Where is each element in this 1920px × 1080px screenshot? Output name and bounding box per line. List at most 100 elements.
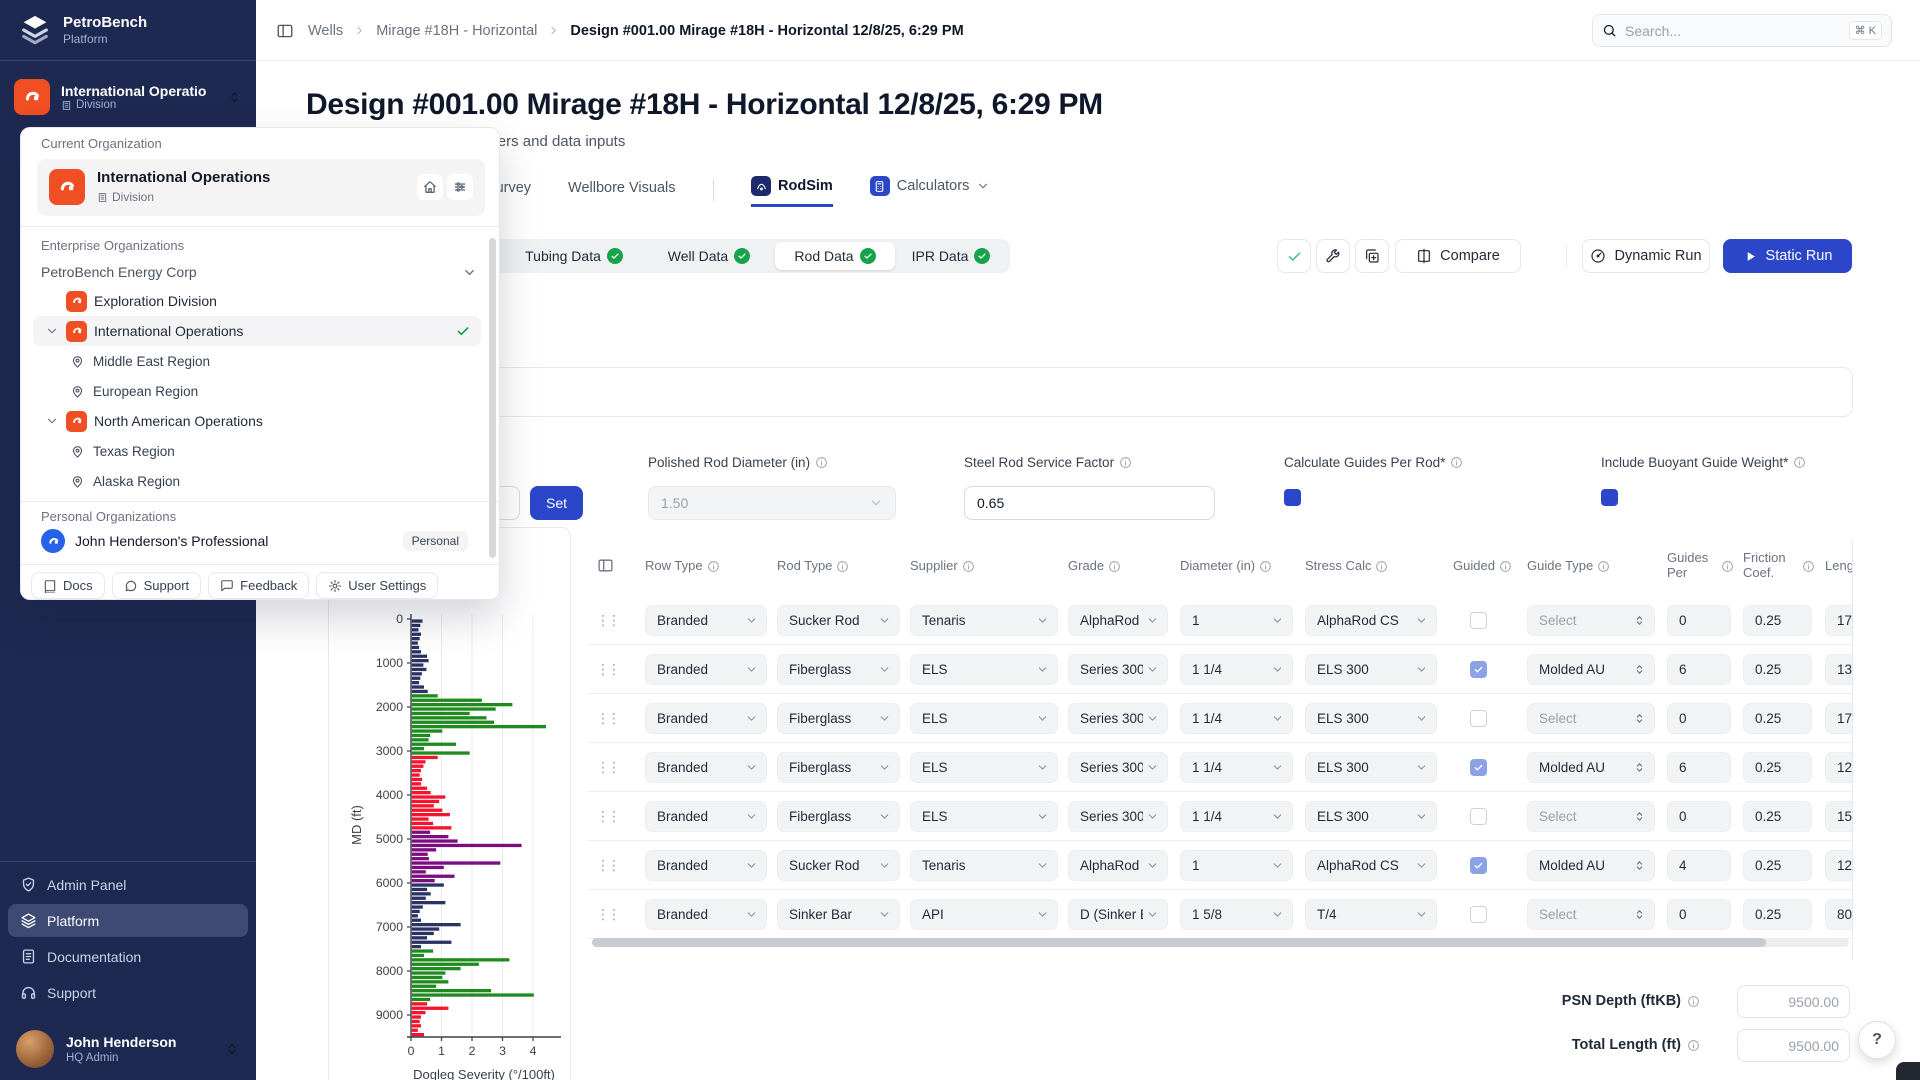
stress-calc-select[interactable]: T/4 [1305,899,1437,930]
guides-per-input[interactable]: 0 [1667,801,1731,832]
org-tree-item-international-operations[interactable]: International Operations [33,316,481,346]
length-input[interactable]: 1500 [1825,801,1853,832]
search-input[interactable]: Search... ⌘ K [1592,14,1892,47]
length-input[interactable]: 1700 [1825,605,1853,636]
length-input[interactable]: 1200 [1825,850,1853,881]
current-org-card[interactable]: International Operations Division [37,159,485,216]
diameter-select[interactable]: 1 1/4 [1180,703,1293,734]
guides-per-input[interactable]: 6 [1667,752,1731,783]
guides-per-input[interactable]: 0 [1667,605,1731,636]
diameter-select[interactable]: 1 [1180,850,1293,881]
tab-wellbore-visuals[interactable]: Wellbore Visuals [568,180,675,207]
stress-calc-select[interactable]: AlphaRod CS [1305,605,1437,636]
dropdown-scrollbar[interactable] [489,238,496,558]
static-run-button[interactable]: Static Run [1723,239,1852,273]
sidebar-item-support[interactable]: Support [8,976,248,1009]
breadcrumb-link[interactable]: Mirage #18H - Horizontal [376,23,537,39]
drag-handle[interactable]: ⋮⋮ [597,703,617,734]
supplier-select[interactable]: ELS [910,654,1058,685]
row-type-select[interactable]: Branded [645,899,767,930]
guided-checkbox[interactable] [1470,612,1487,629]
drag-handle[interactable]: ⋮⋮ [597,850,617,881]
length-input[interactable]: 1350 [1825,654,1853,685]
grade-select[interactable]: Series 300 [1068,752,1168,783]
supplier-select[interactable]: Tenaris [910,850,1058,881]
guide-type-select[interactable]: Molded AU [1527,850,1655,881]
drag-handle[interactable]: ⋮⋮ [597,752,617,783]
guides-per-input[interactable]: 6 [1667,654,1731,685]
row-type-select[interactable]: Branded [645,703,767,734]
chip-tubing-data[interactable]: Tubing Data [505,242,643,270]
guide-type-select[interactable]: Select [1527,605,1655,636]
sidebar-toggle-icon[interactable] [276,22,294,40]
row-type-select[interactable]: Branded [645,654,767,685]
guides-per-input[interactable]: 4 [1667,850,1731,881]
help-button[interactable]: ? [1858,1021,1896,1059]
supplier-select[interactable]: API [910,899,1058,930]
psn-depth-input[interactable]: 9500.00 [1737,985,1850,1018]
grade-select[interactable]: Series 300 [1068,703,1168,734]
row-type-select[interactable]: Branded [645,752,767,783]
service-factor-input[interactable]: 0.65 [964,486,1215,520]
approve-button[interactable] [1277,239,1311,273]
stress-calc-select[interactable]: ELS 300 [1305,752,1437,783]
row-type-select[interactable]: Branded [645,801,767,832]
supplier-select[interactable]: ELS [910,752,1058,783]
diameter-select[interactable]: 1 [1180,605,1293,636]
buoyant-weight-checkbox[interactable] [1601,489,1618,506]
drag-handle[interactable]: ⋮⋮ [597,605,617,636]
org-selector[interactable]: International Operatio Division [14,74,242,120]
grade-select[interactable]: Series 300 [1068,654,1168,685]
friction-input[interactable]: 0.25 [1743,801,1812,832]
company-row[interactable]: PetroBench Energy Corp [41,264,477,280]
home-button[interactable] [417,174,443,200]
org-tree-item-european-region[interactable]: European Region [33,376,481,406]
compare-button[interactable]: Compare [1395,239,1521,273]
guided-checkbox[interactable] [1470,759,1487,776]
dynamic-run-button[interactable]: Dynamic Run [1582,239,1710,273]
guides-per-input[interactable]: 0 [1667,899,1731,930]
tune-button[interactable] [1316,239,1350,273]
drag-handle[interactable]: ⋮⋮ [597,654,617,685]
chip-ipr-data[interactable]: IPR Data [895,242,1007,270]
length-input[interactable]: 800 [1825,899,1853,930]
support-button[interactable]: Support [112,572,202,599]
stress-calc-select[interactable]: ELS 300 [1305,703,1437,734]
stress-calc-select[interactable]: AlphaRod CS [1305,850,1437,881]
rod-type-select[interactable]: Fiberglass [777,703,900,734]
guide-type-select[interactable]: Select [1527,801,1655,832]
docs-button[interactable]: Docs [31,572,105,599]
rod-type-select[interactable]: Sinker Bar [777,899,900,930]
supplier-select[interactable]: ELS [910,703,1058,734]
guide-type-select[interactable]: Molded AU [1527,654,1655,685]
tab-rodsim[interactable]: RodSim [751,176,833,207]
supplier-select[interactable]: ELS [910,801,1058,832]
sidebar-item-platform[interactable]: Platform [8,904,248,937]
corner-widget[interactable] [1896,1062,1920,1080]
guide-type-select[interactable]: Select [1527,703,1655,734]
personal-org-row[interactable]: John Henderson's Professional Personal [41,526,481,556]
org-tree-item-texas-region[interactable]: Texas Region [33,436,481,466]
supplier-select[interactable]: Tenaris [910,605,1058,636]
sidebar-item-documentation[interactable]: Documentation [8,940,248,973]
chip-well-data[interactable]: Well Data [643,242,775,270]
grade-select[interactable]: Series 300 [1068,801,1168,832]
total-length-input[interactable]: 9500.00 [1737,1029,1850,1062]
feedback-button[interactable]: Feedback [208,572,309,599]
stress-calc-select[interactable]: ELS 300 [1305,654,1437,685]
guided-checkbox[interactable] [1470,710,1487,727]
tab-calculators[interactable]: Calculators [870,176,991,207]
diameter-select[interactable]: 1 5/8 [1180,899,1293,930]
scrollbar-thumb[interactable] [592,938,1766,947]
calc-guides-checkbox[interactable] [1284,489,1301,506]
stress-calc-select[interactable]: ELS 300 [1305,801,1437,832]
friction-input[interactable]: 0.25 [1743,654,1812,685]
guide-type-select[interactable]: Select [1527,899,1655,930]
polished-rod-diameter-select[interactable]: 1.50 [648,486,896,520]
friction-input[interactable]: 0.25 [1743,752,1812,783]
friction-input[interactable]: 0.25 [1743,605,1812,636]
guides-per-input[interactable]: 0 [1667,703,1731,734]
rod-type-select[interactable]: Fiberglass [777,752,900,783]
org-tree-item-north-american-operations[interactable]: North American Operations [33,406,481,436]
guided-checkbox[interactable] [1470,661,1487,678]
